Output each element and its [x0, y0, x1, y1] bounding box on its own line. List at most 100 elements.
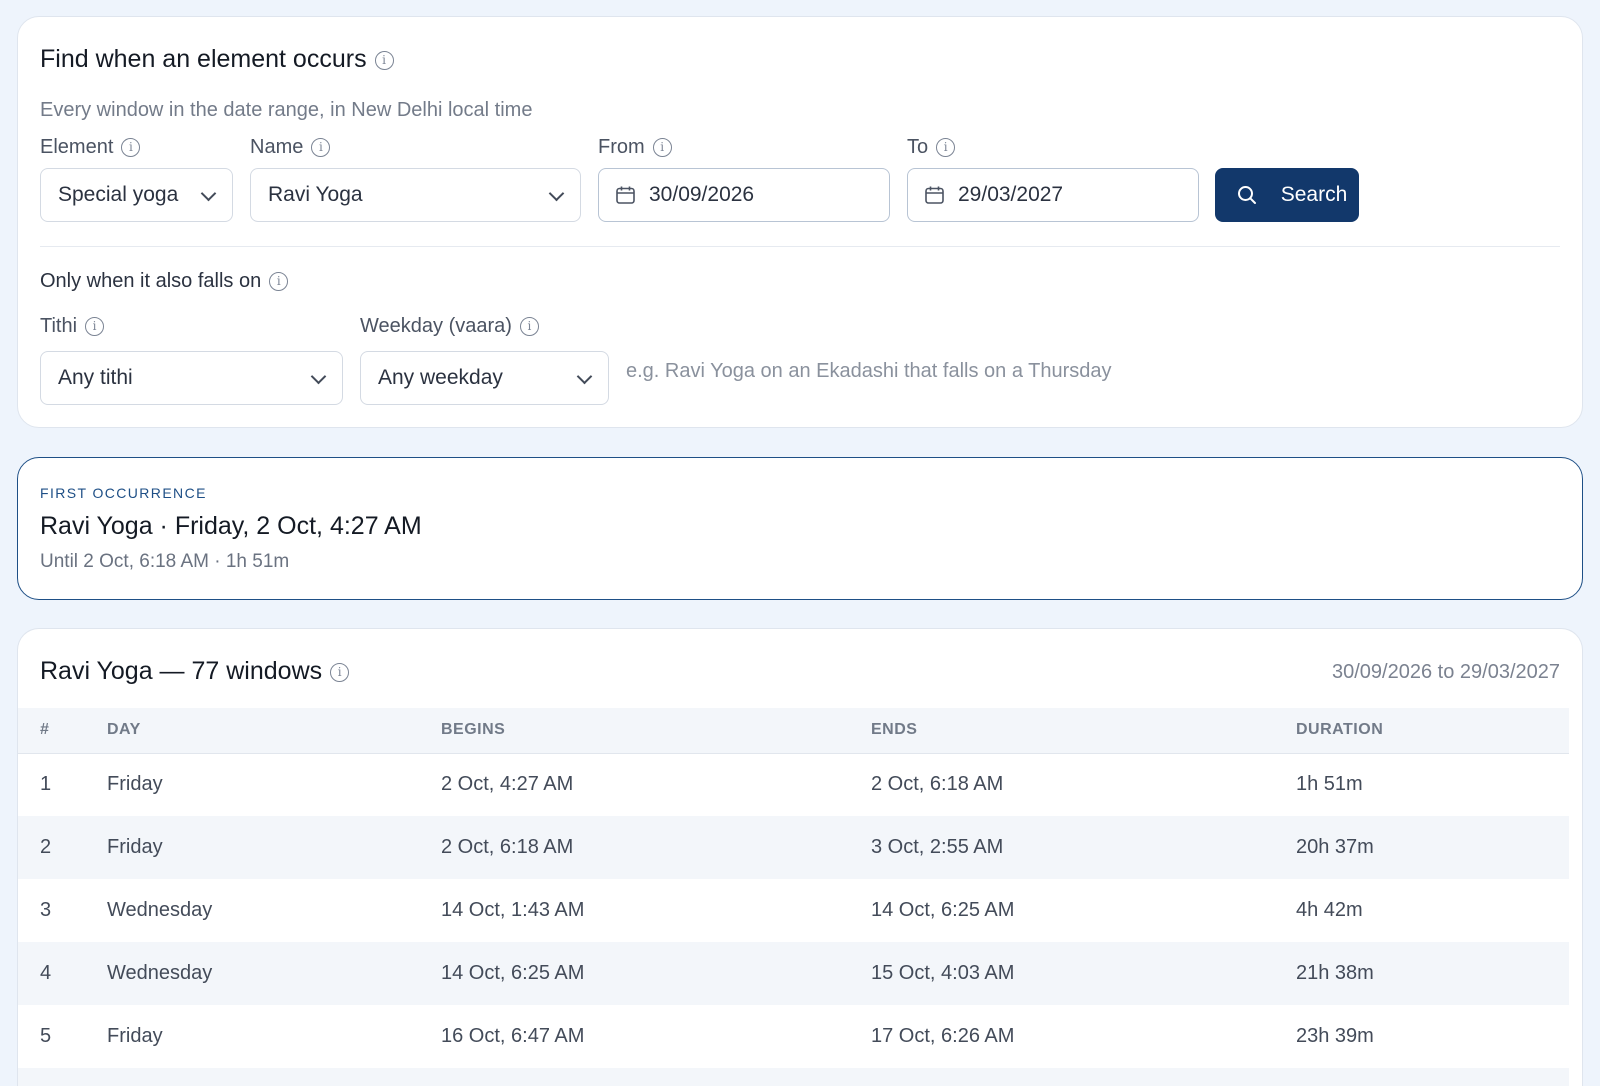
cell-number: 2 — [40, 836, 52, 858]
cell-day: Wednesday — [107, 962, 213, 984]
search-button-label: Search — [1280, 183, 1348, 206]
cell-begins: 14 Oct, 1:43 AM — [441, 899, 585, 921]
cell-day: Friday — [107, 1025, 163, 1047]
element-label-text: Element — [40, 136, 114, 158]
filter-heading: Only when it also falls on i — [40, 270, 289, 293]
from-label-text: From — [598, 136, 645, 158]
cell-number: 1 — [40, 773, 52, 796]
filter-heading-text: Only when it also falls on — [40, 270, 262, 292]
tithi-label: Tithi i — [40, 315, 105, 338]
weekday-label: Weekday (vaara) i — [360, 315, 539, 338]
column-header-ends: ENDS — [871, 708, 1296, 754]
cell-day: Friday — [107, 773, 163, 796]
name-label-text: Name — [250, 136, 304, 158]
cell-day — [107, 1068, 441, 1086]
chevron-down-icon — [576, 368, 593, 385]
cell-ends — [871, 1068, 1296, 1086]
tithi-label-text: Tithi — [40, 315, 78, 337]
column-header-number: # — [18, 708, 107, 754]
to-date-input[interactable]: 29/03/2027 — [907, 168, 1199, 222]
element-label: Element i — [40, 136, 141, 159]
first-occurrence-card: FIRST OCCURRENCE Ravi Yoga · Friday, 2 O… — [17, 457, 1583, 600]
name-label: Name i — [250, 136, 331, 159]
calendar-icon — [925, 186, 944, 204]
info-icon[interactable]: i — [519, 317, 539, 337]
table-row[interactable] — [18, 1068, 1569, 1086]
page-title-text: Find when an element occurs — [40, 45, 367, 73]
info-icon[interactable]: i — [311, 138, 331, 158]
first-occurrence-label: FIRST OCCURRENCE — [40, 485, 207, 501]
cell-ends: 2 Oct, 6:18 AM — [871, 773, 1004, 796]
table-row[interactable]: 2 Friday 2 Oct, 6:18 AM 3 Oct, 2:55 AM 2… — [18, 816, 1569, 879]
info-icon[interactable]: i — [652, 138, 672, 158]
cell-begins: 2 Oct, 4:27 AM — [441, 773, 574, 796]
search-button[interactable]: Search — [1215, 168, 1359, 222]
info-icon[interactable]: i — [121, 138, 141, 158]
cell-ends: 15 Oct, 4:03 AM — [871, 962, 1015, 984]
to-label-text: To — [907, 136, 929, 158]
to-label: To i — [907, 136, 956, 159]
table-row[interactable]: 5 Friday 16 Oct, 6:47 AM 17 Oct, 6:26 AM… — [18, 1005, 1569, 1068]
from-date-input[interactable]: 30/09/2026 — [598, 168, 890, 222]
cell-duration: 20h 37m — [1296, 836, 1374, 858]
search-card: Find when an element occurs i Every windo… — [17, 16, 1583, 428]
cell-duration: 21h 38m — [1296, 962, 1374, 984]
cell-begins: 16 Oct, 6:47 AM — [441, 1025, 585, 1047]
cell-begins — [441, 1068, 871, 1086]
cell-begins: 2 Oct, 6:18 AM — [441, 836, 574, 858]
search-icon — [1238, 186, 1256, 204]
table-header-row: # DAY BEGINS ENDS DURATION — [18, 708, 1569, 754]
column-header-begins: BEGINS — [441, 708, 871, 754]
info-icon[interactable]: i — [374, 50, 394, 70]
chevron-down-icon — [310, 368, 327, 385]
chevron-down-icon — [200, 185, 217, 202]
filter-hint: e.g. Ravi Yoga on an Ekadashi that falls… — [626, 360, 1112, 382]
name-select-value: Ravi Yoga — [268, 183, 363, 206]
chevron-down-icon — [548, 185, 565, 202]
cell-number: 4 — [40, 962, 52, 984]
cell-number: 3 — [40, 899, 52, 921]
element-select-value: Special yoga — [58, 183, 179, 206]
name-select[interactable]: Ravi Yoga — [250, 168, 581, 222]
table-row[interactable]: 3 Wednesday 14 Oct, 1:43 AM 14 Oct, 6:25… — [18, 879, 1569, 942]
page-title: Find when an element occurs i — [40, 45, 394, 74]
weekday-select-value: Any weekday — [378, 366, 503, 389]
results-range: 30/09/2026 to 29/03/2027 — [1332, 661, 1560, 683]
cell-ends: 3 Oct, 2:55 AM — [871, 836, 1004, 858]
element-select[interactable]: Special yoga — [40, 168, 233, 222]
results-title-text: Ravi Yoga — 77 windows — [40, 657, 323, 685]
cell-day: Wednesday — [107, 899, 213, 921]
calendar-icon — [616, 186, 635, 204]
cell-ends: 17 Oct, 6:26 AM — [871, 1025, 1015, 1047]
table-row[interactable]: 1 Friday 2 Oct, 4:27 AM 2 Oct, 6:18 AM 1… — [18, 753, 1569, 816]
divider — [40, 246, 1560, 247]
results-card: Ravi Yoga — 77 windows i 30/09/2026 to 29… — [17, 628, 1583, 1086]
results-table: # DAY BEGINS ENDS DURATION 1 Friday 2 Oc… — [18, 708, 1569, 1086]
table-row[interactable]: 4 Wednesday 14 Oct, 6:25 AM 15 Oct, 4:03… — [18, 942, 1569, 1005]
info-icon[interactable]: i — [269, 272, 289, 292]
cell-number — [18, 1068, 107, 1086]
info-icon[interactable]: i — [330, 662, 350, 682]
cell-duration — [1296, 1068, 1569, 1086]
first-occurrence-sub: Until 2 Oct, 6:18 AM · 1h 51m — [40, 551, 290, 572]
weekday-select[interactable]: Any weekday — [360, 351, 609, 405]
tithi-select[interactable]: Any tithi — [40, 351, 343, 405]
cell-begins: 14 Oct, 6:25 AM — [441, 962, 585, 984]
column-header-duration: DURATION — [1296, 708, 1569, 754]
weekday-label-text: Weekday (vaara) — [360, 315, 512, 337]
cell-number: 5 — [40, 1025, 52, 1047]
cell-ends: 14 Oct, 6:25 AM — [871, 899, 1015, 921]
info-icon[interactable]: i — [936, 138, 956, 158]
info-icon[interactable]: i — [85, 317, 105, 337]
cell-day: Friday — [107, 836, 163, 858]
cell-duration: 23h 39m — [1296, 1025, 1374, 1047]
first-occurrence-main: Ravi Yoga · Friday, 2 Oct, 4:27 AM — [40, 512, 422, 540]
column-header-day: DAY — [107, 708, 441, 754]
to-date-value: 29/03/2027 — [958, 183, 1064, 206]
page-subtitle: Every window in the date range, in New D… — [40, 99, 533, 121]
tithi-select-value: Any tithi — [58, 366, 133, 389]
from-date-value: 30/09/2026 — [649, 183, 755, 206]
cell-duration: 4h 42m — [1296, 899, 1363, 921]
from-label: From i — [598, 136, 672, 159]
cell-duration: 1h 51m — [1296, 773, 1363, 796]
